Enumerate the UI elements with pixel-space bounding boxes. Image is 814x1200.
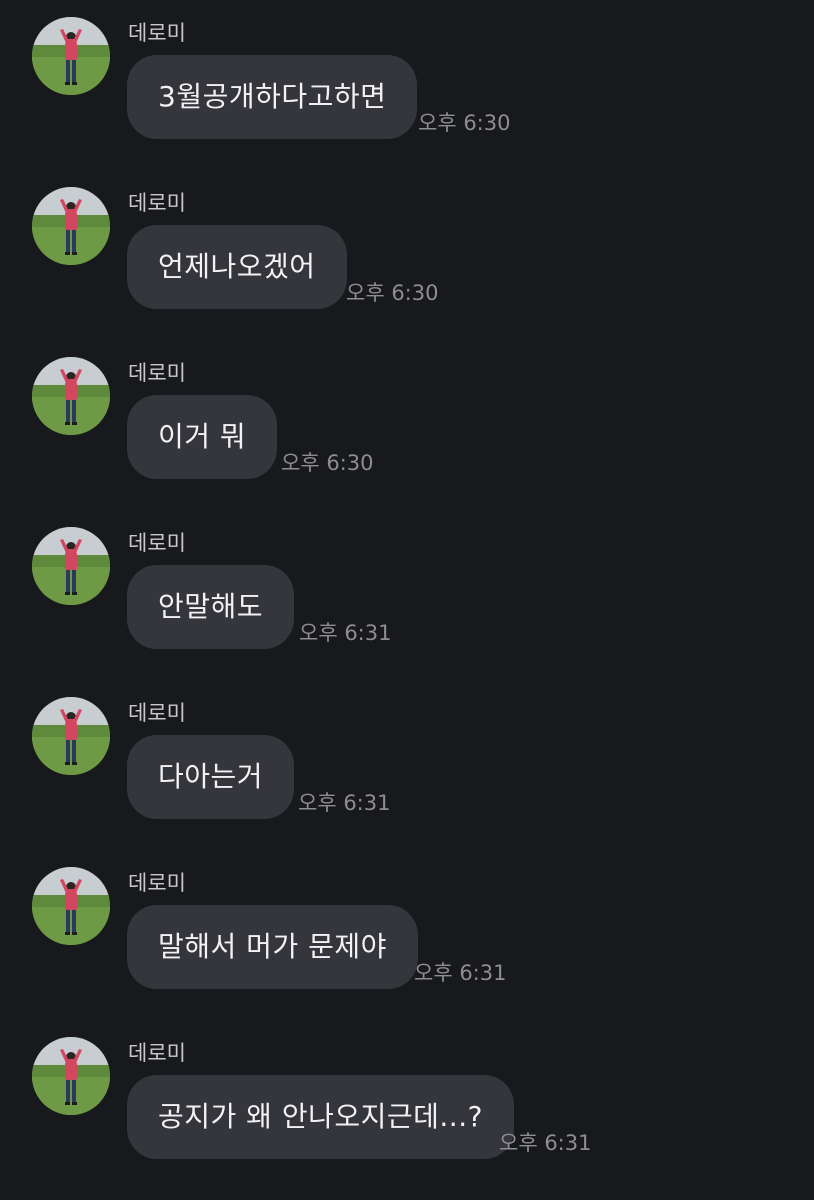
avatar-photo-icon	[32, 187, 110, 265]
message-time: 오후 6:30	[346, 281, 439, 305]
message-time: 오후 6:30	[281, 451, 374, 475]
avatar-photo-icon	[32, 1037, 110, 1115]
message-row: 데로미 안말해도 오후 6:31	[0, 510, 814, 680]
message-bubble[interactable]: 말해서 머가 문제야	[127, 905, 418, 989]
message-bubble[interactable]: 다아는거	[127, 735, 295, 819]
sender-name: 데로미	[128, 21, 186, 45]
avatar-photo-icon	[32, 527, 110, 605]
message-bubble[interactable]: 공지가 왜 안나오지근데...?	[127, 1075, 514, 1159]
avatar-photo-icon	[32, 17, 110, 95]
message-row: 데로미 언제나오겠어 오후 6:30	[0, 170, 814, 340]
sender-avatar[interactable]	[32, 527, 110, 605]
sender-name: 데로미	[128, 531, 186, 555]
message-time: 오후 6:30	[418, 111, 511, 135]
message-time: 오후 6:31	[298, 791, 391, 815]
message-row: 데로미 공지가 왜 안나오지근데...? 오후 6:31	[0, 1020, 814, 1190]
message-time: 오후 6:31	[414, 961, 507, 985]
sender-avatar[interactable]	[32, 697, 110, 775]
message-text: 공지가 왜 안나오지근데...?	[158, 1100, 483, 1133]
message-text: 안말해도	[158, 590, 264, 623]
sender-avatar[interactable]	[32, 357, 110, 435]
message-text: 다아는거	[158, 760, 264, 793]
message-text: 언제나오겠어	[158, 250, 316, 283]
avatar-photo-icon	[32, 697, 110, 775]
message-bubble[interactable]: 안말해도	[127, 565, 295, 649]
message-row: 데로미 이거 뭐 오후 6:30	[0, 340, 814, 510]
message-time: 오후 6:31	[299, 621, 392, 645]
message-text: 이거 뭐	[158, 420, 247, 453]
sender-avatar[interactable]	[32, 1037, 110, 1115]
message-row: 데로미 말해서 머가 문제야 오후 6:31	[0, 850, 814, 1020]
sender-name: 데로미	[128, 191, 186, 215]
chat-message-list: 데로미 3월공개하다고하면 오후 6:30 데로미 언제나오겠어 오후 6:30…	[0, 0, 814, 1200]
sender-avatar[interactable]	[32, 17, 110, 95]
sender-name: 데로미	[128, 1041, 186, 1065]
avatar-photo-icon	[32, 357, 110, 435]
message-time: 오후 6:31	[499, 1131, 592, 1155]
message-row: 데로미 다아는거 오후 6:31	[0, 680, 814, 850]
message-bubble[interactable]: 언제나오겠어	[127, 225, 347, 309]
message-bubble[interactable]: 이거 뭐	[127, 395, 278, 479]
avatar-photo-icon	[32, 867, 110, 945]
sender-avatar[interactable]	[32, 867, 110, 945]
sender-avatar[interactable]	[32, 187, 110, 265]
sender-name: 데로미	[128, 361, 186, 385]
sender-name: 데로미	[128, 871, 186, 895]
sender-name: 데로미	[128, 701, 186, 725]
message-text: 3월공개하다고하면	[158, 80, 387, 113]
message-text: 말해서 머가 문제야	[158, 930, 387, 963]
message-row: 데로미 3월공개하다고하면 오후 6:30	[0, 0, 814, 170]
message-bubble[interactable]: 3월공개하다고하면	[127, 55, 418, 139]
